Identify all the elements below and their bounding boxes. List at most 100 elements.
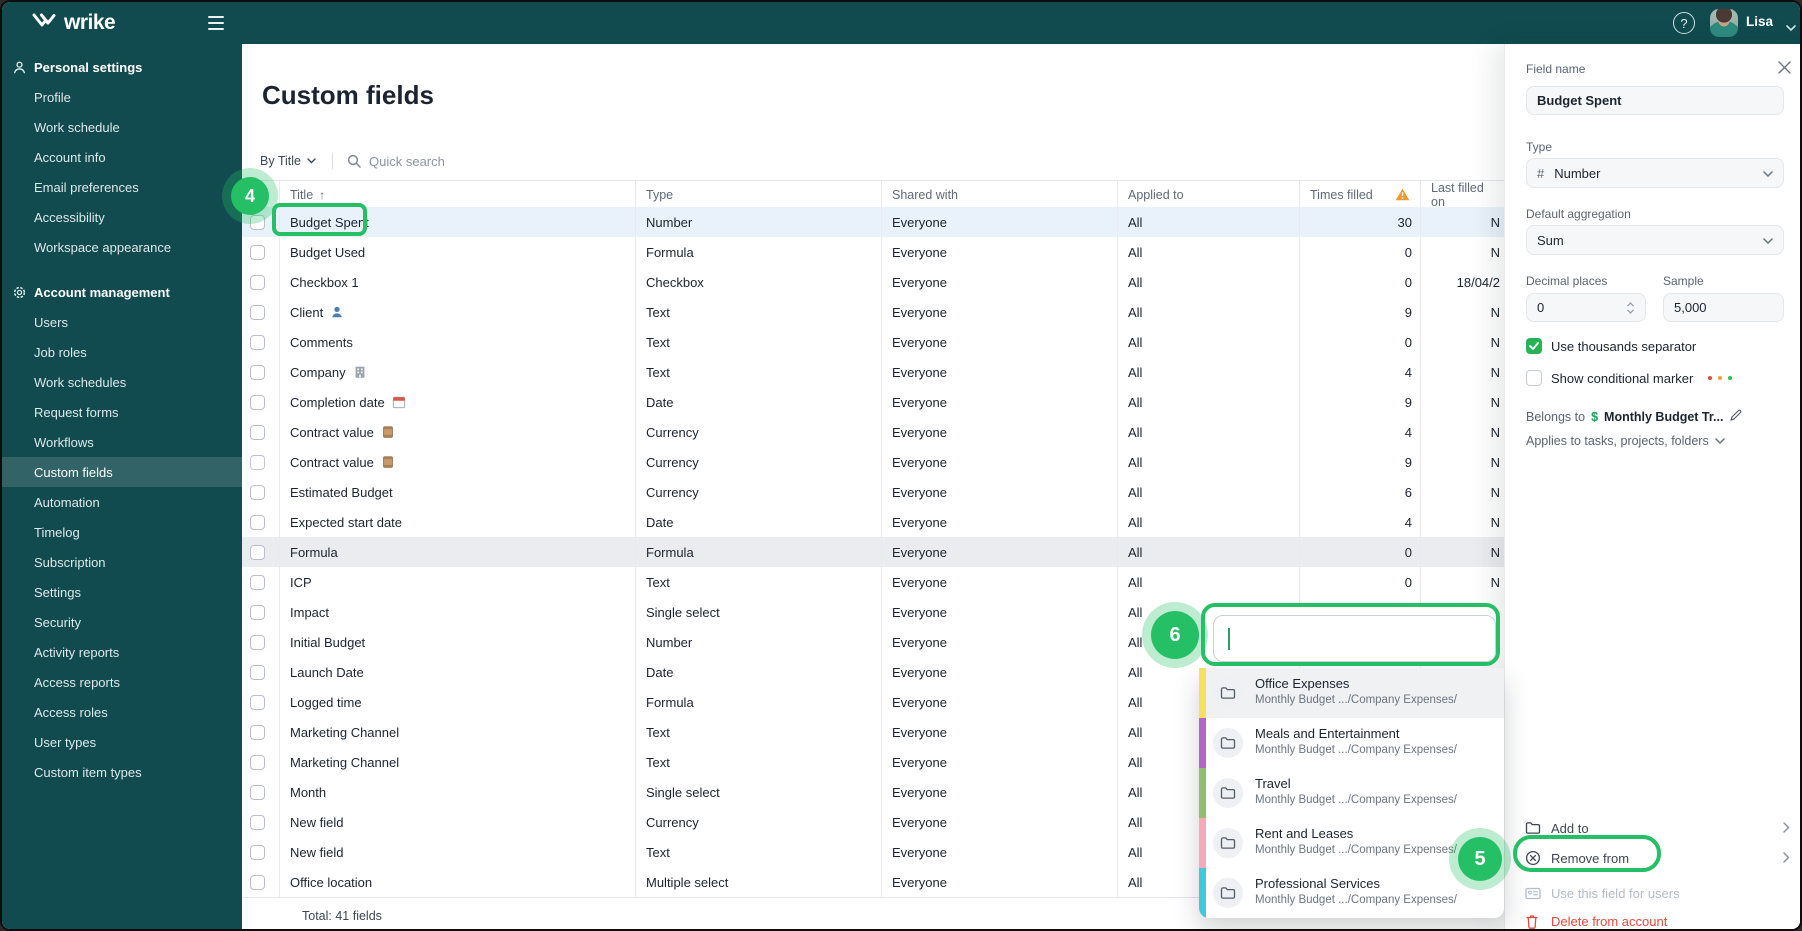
thousands-separator-checkbox[interactable]: Use thousands separator bbox=[1526, 338, 1696, 354]
table-row[interactable]: Budget Spent Number Everyone All 30 N bbox=[242, 207, 1504, 238]
row-type: Currency bbox=[646, 454, 699, 470]
table-row[interactable]: Estimated Budget Currency Everyone All 6 N bbox=[242, 477, 1504, 508]
table-row[interactable]: Company Text Everyone All 4 N bbox=[242, 357, 1504, 388]
column-header-type[interactable]: Type bbox=[635, 181, 881, 208]
action-delete-from-account[interactable]: Delete from account bbox=[1505, 908, 1800, 929]
sidebar-item-workspace-appearance[interactable]: Workspace appearance bbox=[2, 232, 274, 262]
row-type-cell: Currency bbox=[635, 447, 881, 477]
table-row[interactable]: Expected start date Date Everyone All 4 N bbox=[242, 507, 1504, 538]
table-row[interactable]: Contract value Currency Everyone All 4 N bbox=[242, 417, 1504, 448]
table-row[interactable]: Contract value Currency Everyone All 9 N bbox=[242, 447, 1504, 478]
sidebar-item-account-info[interactable]: Account info bbox=[2, 142, 274, 172]
table-row[interactable]: Checkbox 1 Checkbox Everyone All 0 18/04/2 bbox=[242, 267, 1504, 298]
column-header-times-filled[interactable]: Times filled bbox=[1299, 181, 1420, 208]
help-icon[interactable]: ? bbox=[1673, 12, 1695, 34]
sidebar-item-job-roles[interactable]: Job roles bbox=[2, 337, 274, 367]
marker-color-dots bbox=[1708, 376, 1733, 380]
folder-search-input[interactable] bbox=[1213, 615, 1496, 662]
user-name[interactable]: Lisa bbox=[1746, 14, 1773, 29]
folder-option-office-expenses[interactable]: Office Expenses Monthly Budget .../Compan… bbox=[1199, 668, 1504, 718]
sort-ascending-icon: ↑ bbox=[319, 187, 326, 202]
sidebar-item-access-reports[interactable]: Access reports bbox=[2, 667, 274, 697]
decimal-places-stepper[interactable]: 0 bbox=[1526, 293, 1646, 322]
row-type: Currency bbox=[646, 814, 699, 830]
folder-option-professional-services[interactable]: Professional Services Monthly Budget .../… bbox=[1199, 868, 1504, 918]
column-header-last-filled-on[interactable]: Last filled on bbox=[1420, 181, 1504, 208]
row-shared-with-cell: Everyone bbox=[881, 597, 1117, 627]
wrike-logo[interactable]: wrike bbox=[32, 10, 116, 35]
row-checkbox[interactable] bbox=[250, 874, 265, 890]
belongs-to-value[interactable]: Monthly Budget Tr... bbox=[1604, 410, 1723, 424]
annotation-box-budget-spent bbox=[272, 203, 367, 236]
aggregation-label: Default aggregation bbox=[1526, 207, 1631, 221]
row-type: Single select bbox=[646, 784, 720, 800]
sidebar-item-access-roles[interactable]: Access roles bbox=[2, 697, 274, 727]
applies-to-row[interactable]: Applies to tasks, projects, folders bbox=[1526, 434, 1725, 448]
close-icon[interactable] bbox=[1775, 58, 1793, 76]
row-times-filled-cell: 4 bbox=[1299, 507, 1420, 537]
row-checkbox[interactable] bbox=[250, 844, 265, 860]
field-name-input[interactable]: Budget Spent bbox=[1526, 86, 1784, 115]
sidebar-item-settings[interactable]: Settings bbox=[2, 577, 274, 607]
sidebar-item-custom-fields[interactable]: Custom fields bbox=[2, 457, 274, 487]
sidebar-item-security[interactable]: Security bbox=[2, 607, 274, 637]
hamburger-menu-icon[interactable] bbox=[208, 16, 224, 30]
row-shared-with: Everyone bbox=[892, 274, 947, 290]
row-applied-to: All bbox=[1128, 814, 1143, 830]
row-title-cell: Formula bbox=[279, 537, 635, 567]
row-shared-with-cell: Everyone bbox=[881, 477, 1117, 507]
row-times-filled-cell: 6 bbox=[1299, 477, 1420, 507]
annotation-step-5-badge: 5 bbox=[1458, 837, 1502, 881]
row-title-cell: Completion date bbox=[279, 387, 635, 417]
row-last-filled-cell: N bbox=[1420, 477, 1504, 507]
folder-option-travel[interactable]: Travel Monthly Budget .../Company Expense… bbox=[1199, 768, 1504, 818]
sidebar-item-custom-item-types[interactable]: Custom item types bbox=[2, 757, 274, 787]
sidebar-item-user-types[interactable]: User types bbox=[2, 727, 274, 757]
row-applied-to: All bbox=[1128, 304, 1143, 320]
table-row[interactable]: Completion date Date Everyone All 9 N bbox=[242, 387, 1504, 418]
type-select[interactable]: # Number bbox=[1526, 158, 1784, 188]
sidebar-item-subscription[interactable]: Subscription bbox=[2, 547, 274, 577]
column-header-shared-with[interactable]: Shared with bbox=[881, 181, 1117, 208]
sidebar-item-profile[interactable]: Profile bbox=[2, 82, 274, 112]
table-row[interactable]: Formula Formula Everyone All 0 N bbox=[242, 537, 1504, 568]
sidebar-item-timelog[interactable]: Timelog bbox=[2, 517, 274, 547]
user-avatar[interactable] bbox=[1710, 9, 1738, 37]
sidebar-item-work-schedules[interactable]: Work schedules bbox=[2, 367, 274, 397]
folder-option-meals-and-entertainment[interactable]: Meals and Entertainment Monthly Budget ..… bbox=[1199, 718, 1504, 768]
sidebar-item-work-schedule[interactable]: Work schedule bbox=[2, 112, 274, 142]
person-icon bbox=[12, 60, 27, 75]
conditional-marker-checkbox[interactable]: Show conditional marker bbox=[1526, 370, 1733, 386]
chevron-down-icon bbox=[1714, 437, 1725, 444]
table-row[interactable]: Comments Text Everyone All 0 N bbox=[242, 327, 1504, 358]
row-title-cell: Contract value bbox=[279, 417, 635, 447]
user-menu-chevron-down-icon[interactable] bbox=[1786, 19, 1796, 37]
wrike-logo-text: wrike bbox=[64, 10, 116, 34]
field-name-label: Field name bbox=[1526, 62, 1586, 76]
sidebar-item-automation[interactable]: Automation bbox=[2, 487, 274, 517]
row-title: Budget Used bbox=[290, 244, 366, 260]
folder-option-path: Monthly Budget .../Company Expenses/ bbox=[1255, 894, 1457, 906]
sidebar-item-label: Profile bbox=[34, 89, 71, 105]
edit-pencil-icon[interactable] bbox=[1729, 408, 1743, 425]
row-last-filled: N bbox=[1490, 244, 1500, 260]
sidebar-item-users[interactable]: Users bbox=[2, 307, 274, 337]
sidebar-item-request-forms[interactable]: Request forms bbox=[2, 397, 274, 427]
sidebar-item-activity-reports[interactable]: Activity reports bbox=[2, 637, 274, 667]
table-row[interactable]: ICP Text Everyone All 0 N bbox=[242, 567, 1504, 598]
row-checkbox[interactable] bbox=[250, 274, 265, 290]
row-checkbox[interactable] bbox=[250, 814, 265, 830]
stepper-arrows-icon[interactable] bbox=[1626, 301, 1635, 315]
table-row[interactable]: Budget Used Formula Everyone All 0 N bbox=[242, 237, 1504, 268]
row-title-cell: New field bbox=[279, 837, 635, 867]
row-title-cell: Budget Used bbox=[279, 237, 635, 267]
search-icon bbox=[347, 154, 361, 168]
column-header-applied-to[interactable]: Applied to bbox=[1117, 181, 1299, 208]
row-type: Single select bbox=[646, 604, 720, 620]
sidebar-item-label: Work schedule bbox=[34, 119, 120, 135]
table-row[interactable]: Client Text Everyone All 9 N bbox=[242, 297, 1504, 328]
quick-search-placeholder: Quick search bbox=[369, 153, 445, 169]
sidebar-item-workflows[interactable]: Workflows bbox=[2, 427, 274, 457]
aggregation-select[interactable]: Sum bbox=[1526, 225, 1784, 255]
quick-search-input[interactable]: Quick search bbox=[347, 154, 445, 169]
